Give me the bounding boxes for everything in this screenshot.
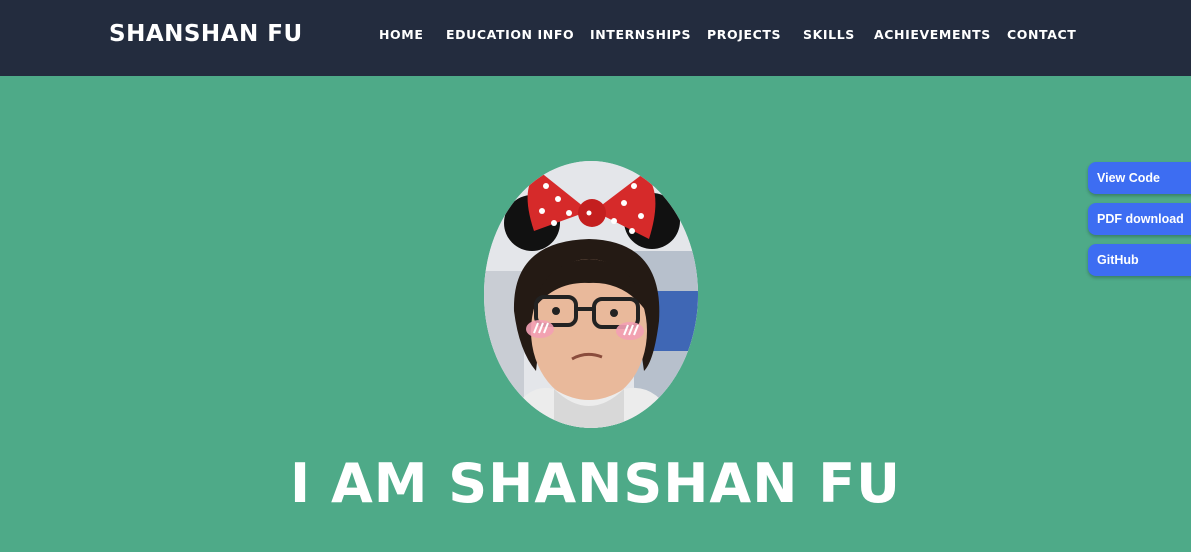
nav-item-contact[interactable]: CONTACT [1007,27,1076,43]
view-code-button[interactable]: View Code [1088,162,1191,194]
hero-headline: I AM SHANSHAN FU [290,452,901,515]
pdf-download-button[interactable]: PDF download [1088,203,1191,235]
github-button[interactable]: GitHub [1088,244,1191,276]
nav-item-home[interactable]: HOME [379,27,446,43]
nav-menu: HOME EDUCATION INFO INTERNSHIPS PROJECTS… [379,27,1076,43]
nav-item-education-info[interactable]: EDUCATION INFO [446,27,590,43]
profile-photo [484,161,698,428]
brand-logo-link[interactable]: SHANSHAN FU [109,19,303,49]
nav-item-projects[interactable]: PROJECTS [707,27,803,43]
profile-photo-illustration [484,161,698,428]
nav-item-internships[interactable]: INTERNSHIPS [590,27,707,43]
nav-item-achievements[interactable]: ACHIEVEMENTS [874,27,1007,43]
nav-item-skills[interactable]: SKILLS [803,27,874,43]
top-navbar: SHANSHAN FU HOME EDUCATION INFO INTERNSH… [0,0,1191,76]
